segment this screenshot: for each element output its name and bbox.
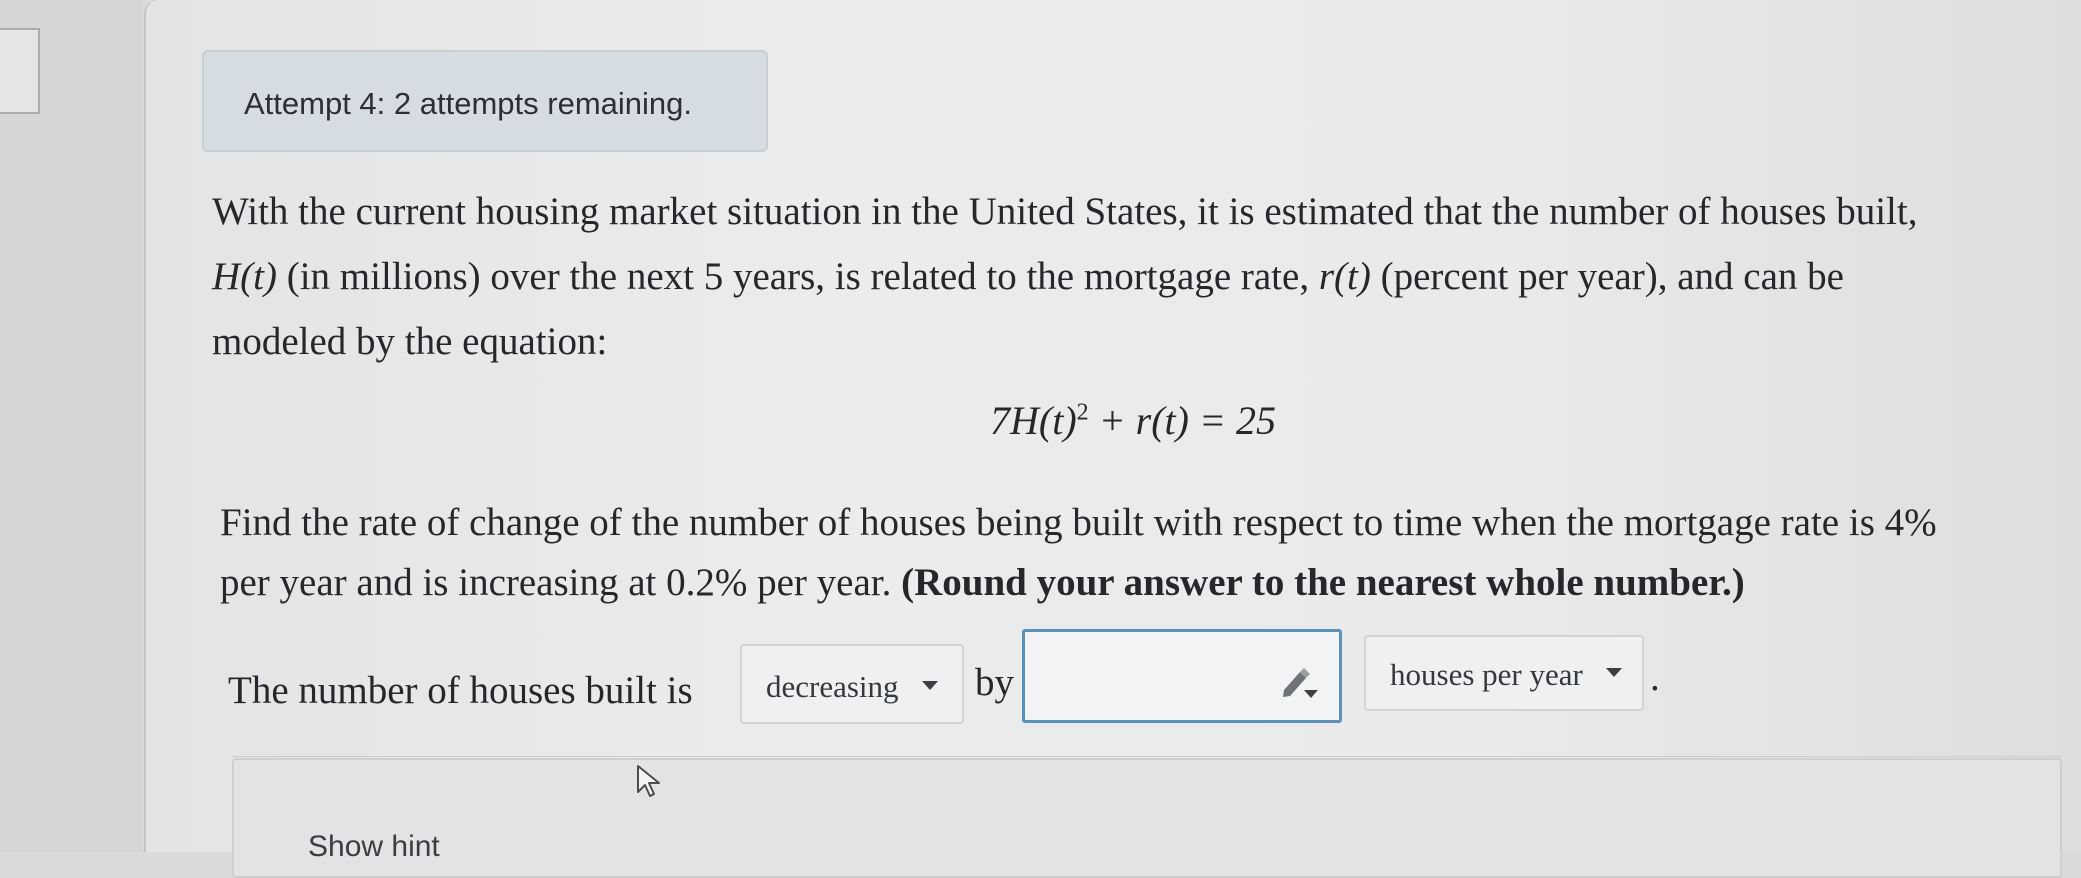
question-line-1: Find the rate of change of the number of… (220, 501, 1937, 544)
left-panel (0, 0, 142, 852)
direction-select-value: decreasing (766, 669, 899, 704)
problem-line-3: modeled by the equation: (212, 320, 608, 363)
question-line-2-text: per year and is increasing at 0.2% per y… (220, 561, 902, 604)
r-of-t: r(t) (1318, 255, 1371, 298)
equation-tail: + r(t) = 25 (1088, 398, 1276, 443)
problem-line-1: With the current housing market situatio… (212, 190, 1918, 233)
answer-connector: by (975, 661, 1014, 704)
problem-line-2-text-b: (percent per year), and can be (1370, 255, 1844, 298)
equation: 7H(t)2 + r(t) = 25 (990, 397, 1276, 444)
hint-panel (232, 758, 2062, 878)
pencil-icon[interactable] (1280, 662, 1320, 704)
question-line-2: per year and is increasing at 0.2% per y… (220, 560, 1745, 605)
direction-select[interactable]: decreasing (740, 644, 964, 724)
unit-select-value: houses per year (1390, 657, 1583, 692)
equation-exponent: 2 (1076, 399, 1089, 426)
equation-lead: 7H(t) (990, 398, 1077, 443)
unit-select[interactable]: houses per year (1364, 635, 1644, 711)
h-of-t: H(t) (212, 255, 277, 298)
caret-down-icon (922, 681, 938, 690)
attempt-status-text: Attempt 4: 2 attempts remaining. (244, 86, 692, 121)
caret-down-icon (1606, 668, 1622, 677)
problem-line-2: H(t) (in millions) over the next 5 years… (212, 254, 1844, 299)
answer-prefix: The number of houses built is (228, 669, 693, 712)
rounding-instruction: (Round your answer to the nearest whole … (901, 561, 1745, 604)
problem-line-2-text-a: (in millions) over the next 5 years, is … (276, 255, 1319, 298)
side-tab[interactable] (0, 28, 40, 114)
show-hint-link[interactable]: Show hint (308, 830, 440, 864)
divider (232, 756, 2062, 757)
answer-suffix: . (1650, 656, 1660, 699)
mouse-pointer-icon (636, 764, 662, 802)
attempt-banner: Attempt 4: 2 attempts remaining. (202, 50, 768, 152)
